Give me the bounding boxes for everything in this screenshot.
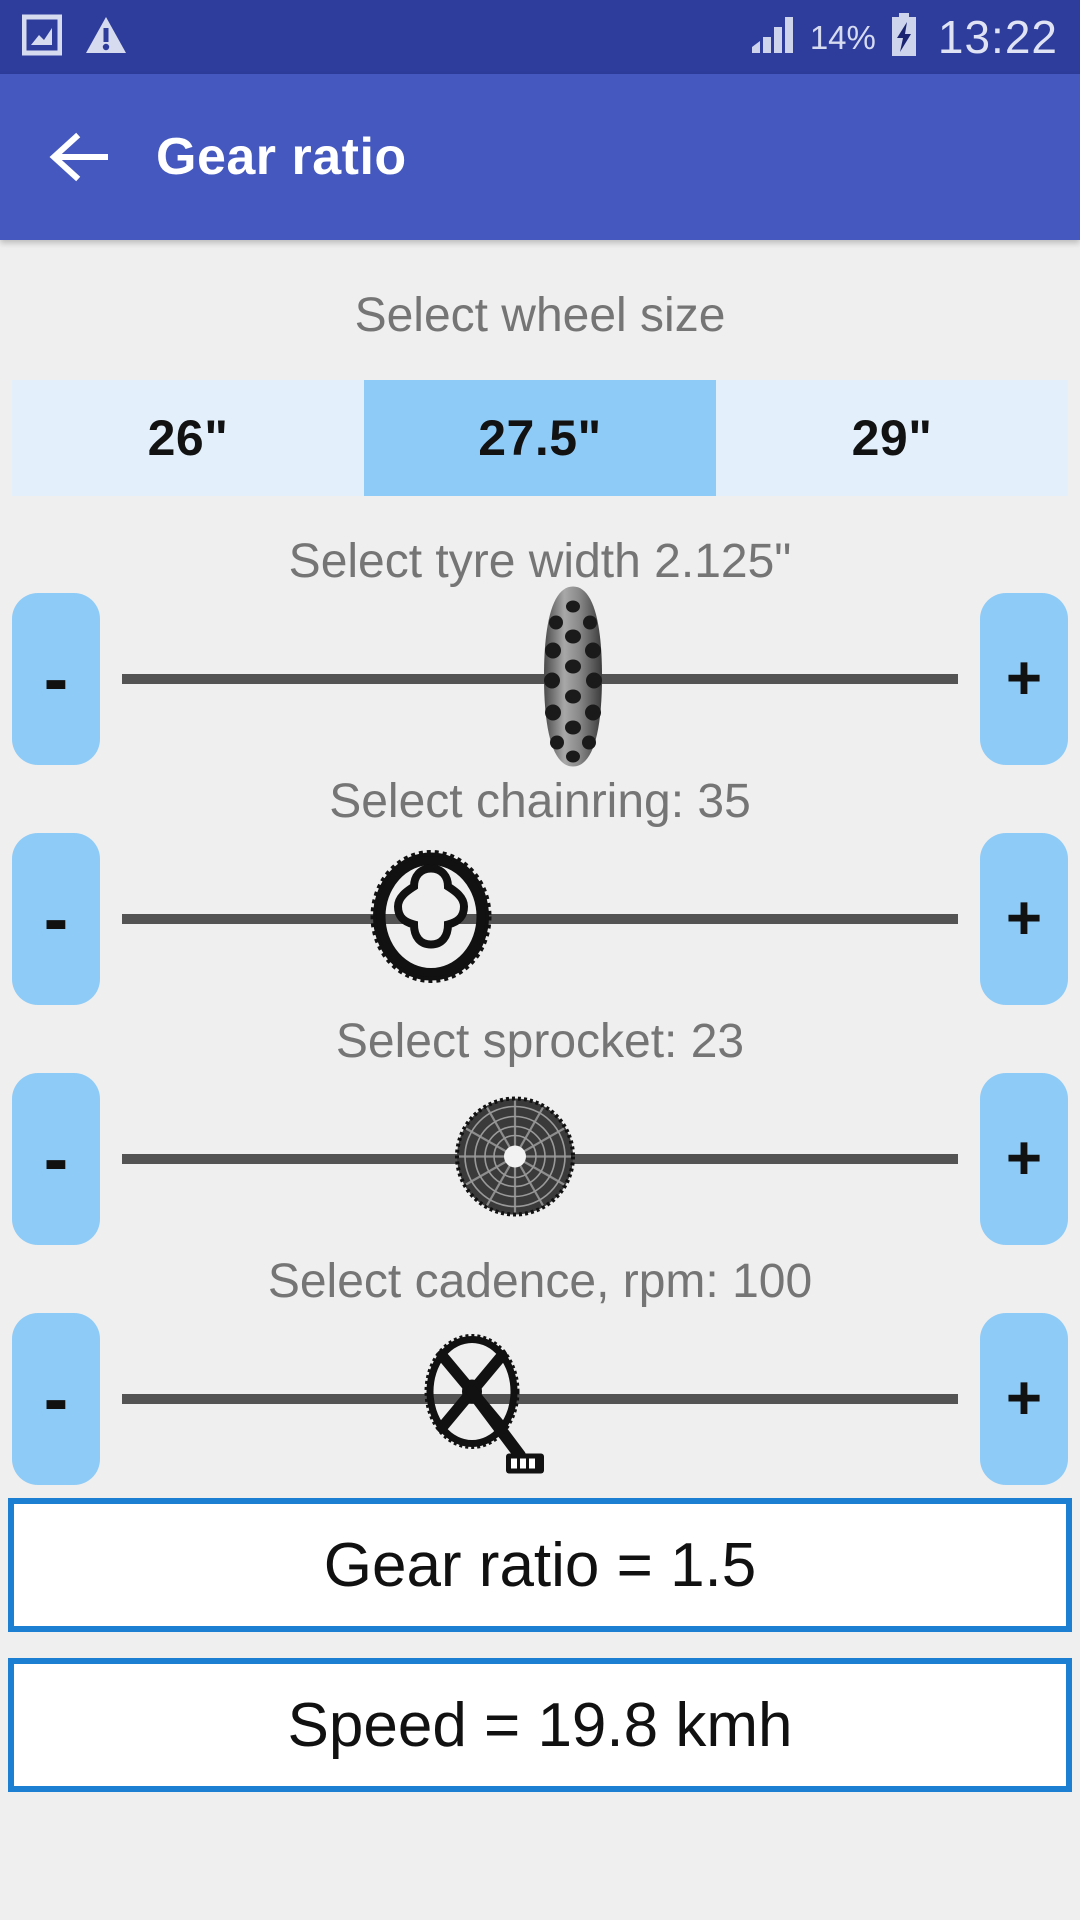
page-title: Gear ratio (156, 128, 407, 186)
sprocket-group: Select sprocket: 23 - + (0, 1012, 1080, 1252)
status-bar-left-icons (21, 13, 128, 62)
sprocket-decrement-button[interactable]: - (12, 1073, 100, 1245)
warning-triangle-icon (84, 13, 128, 62)
chainring-icon[interactable] (368, 849, 494, 990)
wheel-size-segmented-control: 26" 27.5" 29" (12, 380, 1068, 496)
screenshot-image-icon (21, 13, 63, 62)
wheel-size-label: Select wheel size (354, 289, 726, 342)
tyre-width-slider[interactable] (122, 586, 958, 767)
status-bar-clock: 13:22 (937, 11, 1058, 63)
speed-result-text: Speed = 19.8 kmh (287, 1690, 793, 1760)
sprocket-label: Select sprocket: 23 (335, 1015, 745, 1068)
chainring-slider-track (122, 914, 958, 924)
status-bar: 14% 13:22 (0, 0, 1080, 74)
tyre-tread-icon[interactable] (530, 585, 616, 774)
signal-bars-icon (750, 13, 798, 62)
chainring-decrement-button[interactable]: - (12, 833, 100, 1005)
tyre-width-label: Select tyre width 2.125" (288, 535, 792, 588)
wheel-size-option-27-5[interactable]: 27.5" (364, 380, 716, 496)
chainring-label: Select chainring: 35 (329, 775, 751, 828)
gear-ratio-result-text: Gear ratio = 1.5 (323, 1530, 757, 1600)
wheel-size-option-29[interactable]: 29" (716, 380, 1068, 496)
tyre-width-increment-button[interactable]: + (980, 593, 1068, 765)
sprocket-slider[interactable] (122, 1073, 958, 1245)
chainring-increment-button[interactable]: + (980, 833, 1068, 1005)
chainring-slider[interactable] (122, 833, 958, 1005)
cadence-label: Select cadence, rpm: 100 (267, 1255, 813, 1308)
cadence-decrement-button[interactable]: - (12, 1313, 100, 1485)
bottom-spacer (0, 1792, 1080, 1920)
wheel-size-option-26[interactable]: 26" (12, 380, 364, 496)
crankset-icon[interactable] (416, 1330, 546, 1485)
app-bar: Gear ratio (0, 74, 1080, 240)
sprocket-cassette-icon[interactable] (453, 1095, 577, 1224)
speed-result-box: Speed = 19.8 kmh (8, 1658, 1072, 1792)
battery-percent-label: 14% (809, 18, 876, 56)
main-content: Select wheel size 26" 27.5" 29" Select t… (0, 240, 1080, 1920)
tyre-width-slider-row: - + (0, 586, 1080, 772)
cadence-increment-button[interactable]: + (980, 1313, 1068, 1485)
chainring-group: Select chainring: 35 - + (0, 772, 1080, 1012)
chainring-slider-row: - + (0, 826, 1080, 1012)
battery-charging-icon (888, 12, 920, 63)
tyre-width-group: Select tyre width 2.125" - + (0, 496, 1080, 772)
sprocket-increment-button[interactable]: + (980, 1073, 1068, 1245)
sprocket-slider-row: - + (0, 1066, 1080, 1252)
cadence-group: Select cadence, rpm: 100 - + (0, 1252, 1080, 1492)
cadence-slider[interactable] (122, 1313, 958, 1485)
cadence-slider-row: - + (0, 1306, 1080, 1492)
status-bar-right-group: 14% 13:22 (750, 12, 1058, 63)
phone-screen: 14% 13:22 Gear ratio Select wheel size 2… (0, 0, 1080, 1920)
tyre-width-decrement-button[interactable]: - (12, 593, 100, 765)
gear-ratio-result-box: Gear ratio = 1.5 (8, 1498, 1072, 1632)
back-arrow-icon[interactable] (44, 121, 116, 193)
